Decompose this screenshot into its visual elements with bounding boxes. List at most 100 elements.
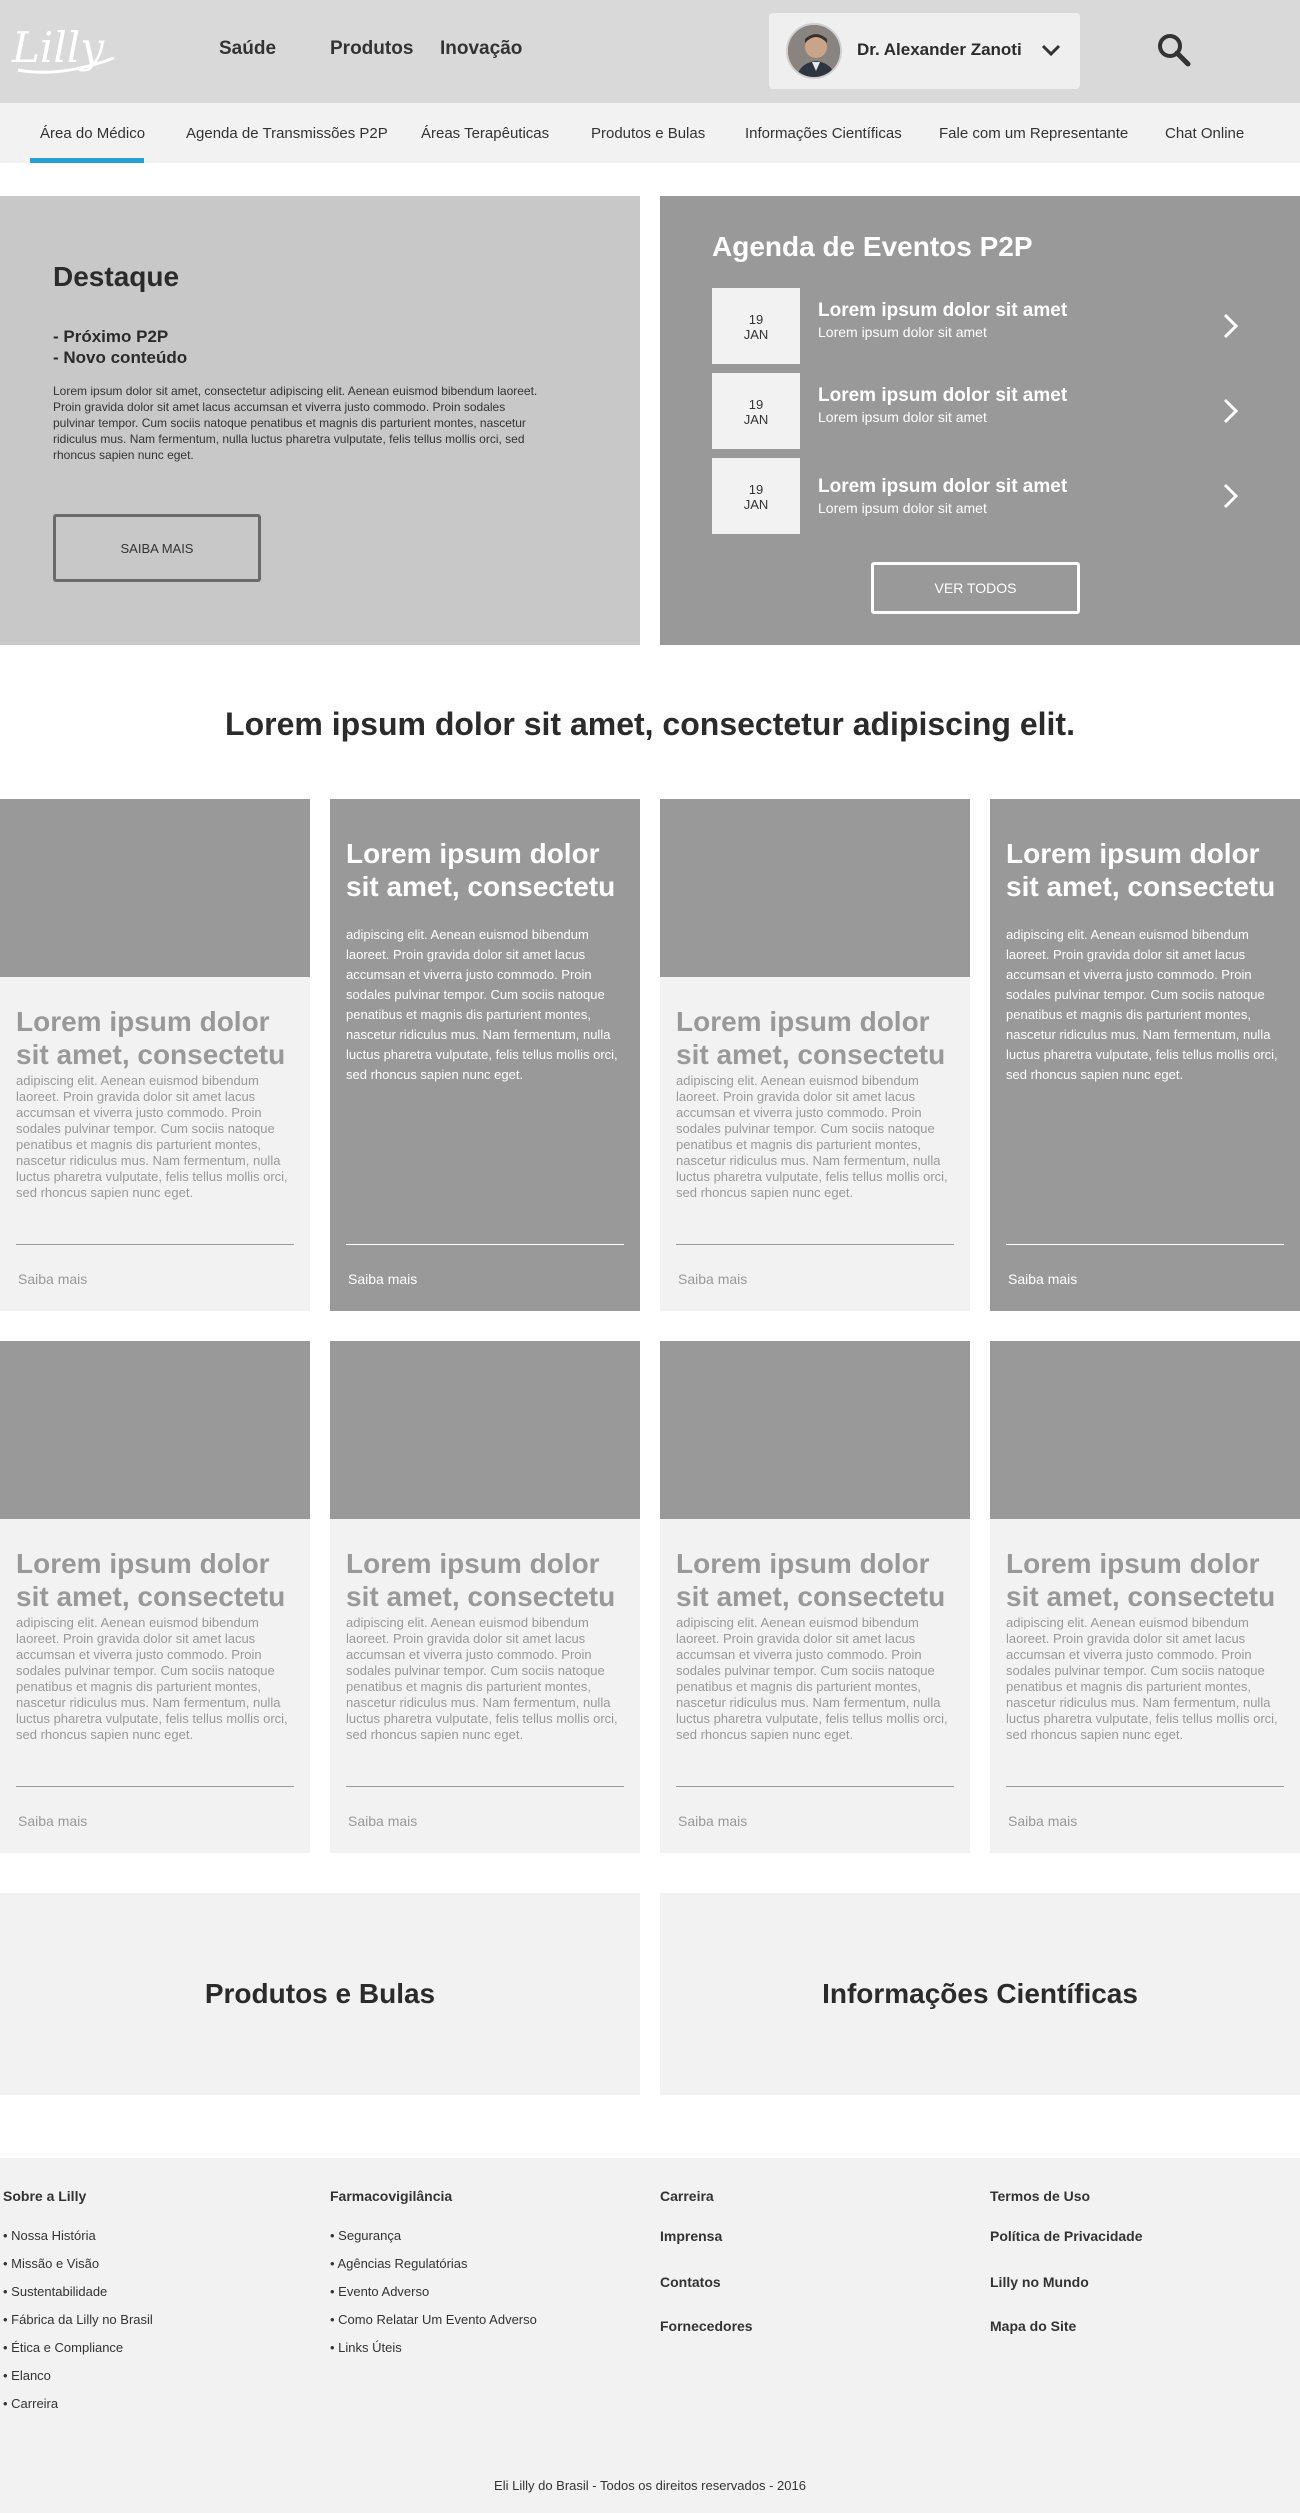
subnav-agenda-p2p[interactable]: Agenda de Transmissões P2P xyxy=(186,125,388,142)
event-item[interactable]: 19 JAN Lorem ipsum dolor sit amet Lorem i… xyxy=(712,373,1252,449)
card-body: adipiscing elit. Aenean euismod bibendum… xyxy=(346,927,618,1082)
footer-privacidade-link[interactable]: Política de Privacidade xyxy=(990,2228,1143,2244)
card-image xyxy=(0,799,310,977)
footer-link[interactable]: • Agências Regulatórias xyxy=(330,2256,468,2271)
event-date: 19 JAN xyxy=(712,373,800,449)
divider xyxy=(676,1786,954,1787)
content-card[interactable]: Lorem ipsum dolor sit amet, consectetu a… xyxy=(990,1341,1300,1853)
footer-carreira-link[interactable]: Carreira xyxy=(660,2188,714,2204)
footer-contatos-link[interactable]: Contatos xyxy=(660,2274,721,2290)
footer-link[interactable]: • Evento Adverso xyxy=(330,2284,429,2299)
event-subtitle: Lorem ipsum dolor sit amet xyxy=(818,500,987,516)
footer: Sobre a Lilly • Nossa História • Missão … xyxy=(0,2158,1300,2513)
footer-farmacovigilancia-heading[interactable]: Farmacovigilância xyxy=(330,2188,452,2204)
chevron-down-icon[interactable] xyxy=(1040,39,1062,61)
card-body: adipiscing elit. Aenean euismod bibendum… xyxy=(16,1073,288,1200)
card-image xyxy=(330,1341,640,1519)
informacoes-cientificas-promo[interactable]: Informações Científicas xyxy=(660,1893,1300,2095)
event-title: Lorem ipsum dolor sit amet xyxy=(818,300,1068,321)
card-title: Lorem ipsum dolor sit amet, consectetu xyxy=(16,1006,286,1070)
chevron-right-icon[interactable] xyxy=(1220,482,1242,510)
footer-link[interactable]: • Fábrica da Lilly no Brasil xyxy=(3,2312,153,2327)
content-card[interactable]: Lorem ipsum dolor sit amet, consectetu a… xyxy=(0,1341,310,1853)
card-image xyxy=(990,1341,1300,1519)
divider xyxy=(346,1244,624,1245)
card-title: Lorem ipsum dolor sit amet, consectetu xyxy=(346,838,616,902)
highlight-list-item[interactable]: - Novo conteúdo xyxy=(53,347,187,368)
card-image xyxy=(0,1341,310,1519)
event-title: Lorem ipsum dolor sit amet xyxy=(818,385,1068,406)
content-card[interactable]: Lorem ipsum dolor sit amet, consectetu a… xyxy=(660,799,970,1311)
topnav-produtos[interactable]: Produtos xyxy=(330,38,413,60)
content-card[interactable]: Lorem ipsum dolor sit amet, consectetu a… xyxy=(330,799,640,1311)
subnav-chat-online[interactable]: Chat Online xyxy=(1165,125,1244,142)
lilly-logo[interactable]: Lilly xyxy=(10,18,120,80)
footer-link[interactable]: • Nossa História xyxy=(3,2228,96,2243)
subnav-produtos-bulas[interactable]: Produtos e Bulas xyxy=(591,125,705,142)
card-title: Lorem ipsum dolor sit amet, consectetu xyxy=(1006,1548,1276,1612)
footer-link[interactable]: • Links Úteis xyxy=(330,2340,402,2355)
produtos-bulas-promo[interactable]: Produtos e Bulas xyxy=(0,1893,640,2095)
footer-mapa-site-link[interactable]: Mapa do Site xyxy=(990,2318,1076,2334)
event-date: 19 JAN xyxy=(712,458,800,534)
page: Lilly Saúde Produtos Inovação Dr. Alexan… xyxy=(0,0,1300,2513)
event-date: 19 JAN xyxy=(712,288,800,364)
event-item[interactable]: 19 JAN Lorem ipsum dolor sit amet Lorem i… xyxy=(712,288,1252,364)
ver-todos-button[interactable]: VER TODOS xyxy=(871,562,1080,614)
card-body: adipiscing elit. Aenean euismod bibendum… xyxy=(346,1615,618,1742)
chevron-right-icon[interactable] xyxy=(1220,397,1242,425)
copyright-text: Eli Lilly do Brasil - Todos os direitos … xyxy=(494,2478,806,2493)
footer-link[interactable]: • Missão e Visão xyxy=(3,2256,99,2271)
topnav-inovacao[interactable]: Inovação xyxy=(440,38,522,60)
footer-link[interactable]: • Ética e Compliance xyxy=(3,2340,123,2355)
saiba-mais-link[interactable]: Saiba mais xyxy=(348,1271,417,1287)
saiba-mais-link[interactable]: Saiba mais xyxy=(678,1813,747,1829)
footer-lilly-mundo-link[interactable]: Lilly no Mundo xyxy=(990,2274,1089,2290)
card-body: adipiscing elit. Aenean euismod bibendum… xyxy=(16,1615,288,1742)
content-card[interactable]: Lorem ipsum dolor sit amet, consectetu a… xyxy=(330,1341,640,1853)
saiba-mais-link[interactable]: Saiba mais xyxy=(18,1813,87,1829)
footer-link[interactable]: • Segurança xyxy=(330,2228,401,2243)
saiba-mais-link[interactable]: Saiba mais xyxy=(18,1271,87,1287)
content-card[interactable]: Lorem ipsum dolor sit amet, consectetu a… xyxy=(660,1341,970,1853)
search-icon[interactable] xyxy=(1156,32,1192,68)
saiba-mais-link[interactable]: Saiba mais xyxy=(1008,1271,1077,1287)
divider xyxy=(346,1786,624,1787)
divider xyxy=(16,1244,294,1245)
content-card[interactable]: Lorem ipsum dolor sit amet, consectetu a… xyxy=(0,799,310,1311)
subnav-areas-terapeuticas[interactable]: Áreas Terapêuticas xyxy=(421,125,549,142)
topnav-saude[interactable]: Saúde xyxy=(219,38,276,60)
chevron-right-icon[interactable] xyxy=(1220,312,1242,340)
subnav-informacoes-cientificas[interactable]: Informações Científicas xyxy=(745,125,902,142)
subnav-area-do-medico[interactable]: Área do Médico xyxy=(40,125,145,142)
event-subtitle: Lorem ipsum dolor sit amet xyxy=(818,324,987,340)
saiba-mais-button[interactable]: SAIBA MAIS xyxy=(53,514,261,582)
footer-imprensa-link[interactable]: Imprensa xyxy=(660,2228,722,2244)
saiba-mais-link[interactable]: Saiba mais xyxy=(1008,1813,1077,1829)
card-image xyxy=(660,799,970,977)
highlight-list: - Próximo P2P - Novo conteúdo xyxy=(53,326,187,368)
divider xyxy=(1006,1244,1284,1245)
user-menu[interactable]: Dr. Alexander Zanoti xyxy=(769,13,1080,89)
footer-sobre-lilly-heading[interactable]: Sobre a Lilly xyxy=(3,2188,86,2204)
highlight-title: Destaque xyxy=(53,261,180,292)
highlight-body: Lorem ipsum dolor sit amet, consectetur … xyxy=(53,384,538,462)
footer-link[interactable]: • Como Relatar Um Evento Adverso xyxy=(330,2312,537,2327)
footer-fornecedores-link[interactable]: Fornecedores xyxy=(660,2318,753,2334)
top-header: Lilly Saúde Produtos Inovação Dr. Alexan… xyxy=(0,0,1300,103)
event-subtitle: Lorem ipsum dolor sit amet xyxy=(818,409,987,425)
saiba-mais-link[interactable]: Saiba mais xyxy=(348,1813,417,1829)
card-body: adipiscing elit. Aenean euismod bibendum… xyxy=(676,1073,948,1200)
highlight-list-item[interactable]: - Próximo P2P xyxy=(53,326,187,347)
footer-link[interactable]: • Carreira xyxy=(3,2396,58,2411)
avatar xyxy=(786,23,842,79)
footer-link[interactable]: • Sustentabilidade xyxy=(3,2284,107,2299)
footer-termos-link[interactable]: Termos de Uso xyxy=(990,2188,1090,2204)
saiba-mais-link[interactable]: Saiba mais xyxy=(678,1271,747,1287)
subnav-fale-representante[interactable]: Fale com um Representante xyxy=(939,125,1128,142)
footer-link[interactable]: • Elanco xyxy=(3,2368,51,2383)
event-item[interactable]: 19 JAN Lorem ipsum dolor sit amet Lorem i… xyxy=(712,458,1252,534)
events-panel: Agenda de Eventos P2P 19 JAN Lorem ipsum … xyxy=(660,196,1300,645)
card-title: Lorem ipsum dolor sit amet, consectetu xyxy=(676,1006,946,1070)
content-card[interactable]: Lorem ipsum dolor sit amet, consectetu a… xyxy=(990,799,1300,1311)
